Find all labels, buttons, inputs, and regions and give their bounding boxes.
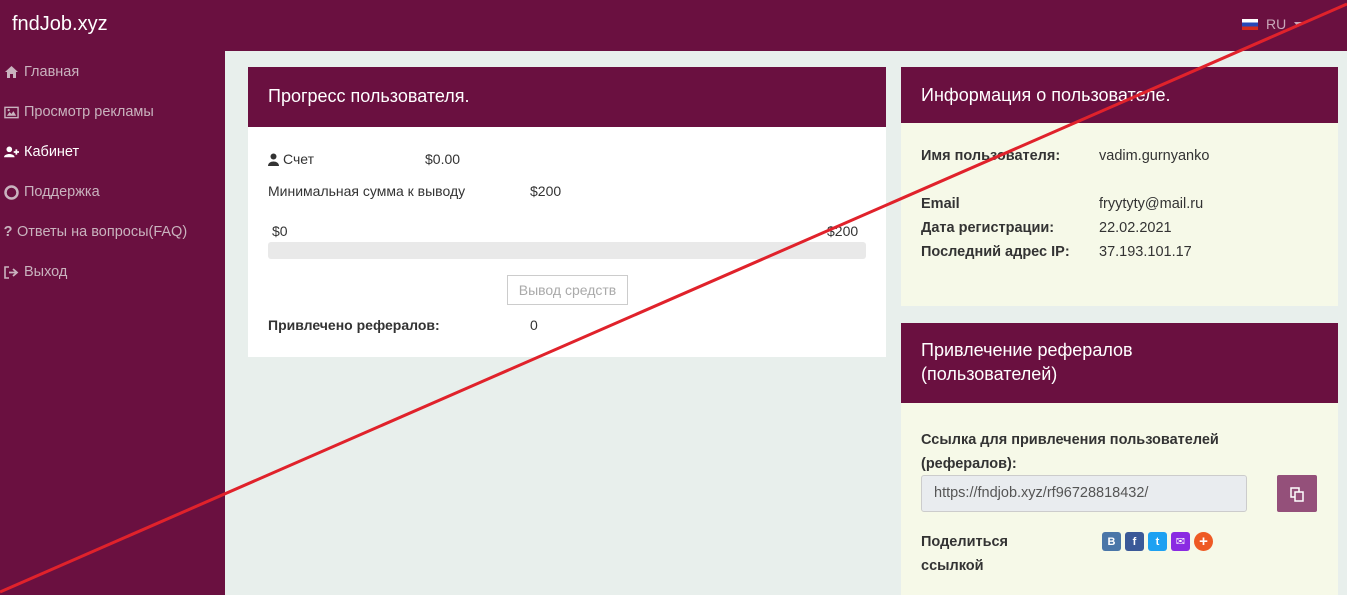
facebook-share-icon[interactable]: f [1125,532,1144,551]
sidebar-item-home[interactable]: Главная [4,64,79,80]
referrals-label: Привлечено рефералов: [268,317,440,333]
sidebar-item-label: Поддержка [24,184,100,200]
more-glyph: + [1199,533,1208,550]
referral-link-label: Ссылка для привлечения пользователей (ре… [921,432,1219,472]
russia-flag-icon [1242,18,1258,30]
image-icon [4,105,19,120]
withdraw-button[interactable]: Вывод средств [507,275,628,305]
user-plus-icon [4,145,19,160]
account-label-text: Счет [283,151,314,167]
sidebar-item-logout[interactable]: Выход [4,264,67,280]
facebook-glyph: f [1132,535,1137,548]
min-withdraw-value: $200 [530,183,562,199]
chevron-down-icon [1294,21,1303,27]
sidebar: Главная Просмотр рекламы Кабинет Поддерж… [0,51,225,595]
more-share-icon[interactable]: + [1194,532,1213,551]
sidebar-item-label: Выход [24,264,68,280]
brand-logo[interactable]: fndJob.xyz [12,13,108,36]
referral-link-input[interactable]: https://fndjob.xyz/rf96728818432/ [921,475,1247,512]
last-ip-value: 37.193.101.17 [1099,244,1192,260]
username-label: Имя пользователя: [921,148,1061,164]
question-icon: ? [3,224,13,240]
user-icon [268,153,279,166]
sidebar-item-faq[interactable]: ? Ответы на вопросы(FAQ) [3,224,188,240]
language-selector[interactable]: RU [1242,16,1303,32]
life-ring-icon [4,184,19,200]
referrals-value: 0 [530,317,538,333]
email-value: fryytyty@mail.ru [1099,196,1204,212]
copy-icon [1290,486,1304,502]
panel-title: Привлечение рефералов (пользователей) [901,323,1338,403]
sidebar-item-label: Кабинет [24,144,80,160]
last-ip-label: Последний адрес IP: [921,244,1070,260]
sidebar-item-label: Главная [24,64,80,80]
mail-share-icon[interactable]: ✉ [1171,532,1190,551]
registration-date-label: Дата регистрации: [921,220,1055,236]
twitter-share-icon[interactable]: t [1148,532,1167,551]
sign-out-icon [4,265,19,280]
progress-bar [268,242,866,259]
progress-panel: Прогресс пользователя. Счет $0.00 Минима… [248,67,886,357]
sidebar-item-label: Ответы на вопросы(FAQ) [17,224,188,240]
share-label: Поделиться ссылкой [921,534,1009,574]
top-navbar: fndJob.xyz RU [0,0,1347,51]
mail-glyph: ✉ [1175,536,1186,548]
panel-title: Информация о пользователе. [901,67,1338,123]
sidebar-item-support[interactable]: Поддержка [4,184,100,200]
referral-panel: Привлечение рефералов (пользователей) Сс… [901,323,1338,595]
progress-max-label: $200 [827,223,859,239]
registration-date-value: 22.02.2021 [1099,220,1172,236]
twitter-glyph: t [1155,535,1160,548]
user-info-panel: Информация о пользователе. Имя пользоват… [901,67,1338,306]
vk-glyph: B [1107,535,1116,548]
copy-link-button[interactable] [1277,475,1317,512]
panel-title: Прогресс пользователя. [248,67,886,127]
sidebar-item-label: Просмотр рекламы [24,104,154,120]
account-value: $0.00 [425,151,461,167]
sidebar-item-ads[interactable]: Просмотр рекламы [4,104,154,120]
sidebar-item-cabinet[interactable]: Кабинет [4,144,79,160]
email-label: Email [921,196,960,212]
username-value: vadim.gurnyanko [1099,148,1210,164]
vk-share-icon[interactable]: B [1102,532,1121,551]
home-icon [4,65,19,80]
language-label: RU [1266,16,1287,32]
account-label: Счет [268,151,314,167]
min-withdraw-label: Минимальная сумма к выводу [268,183,466,199]
progress-min-label: $0 [272,223,288,239]
